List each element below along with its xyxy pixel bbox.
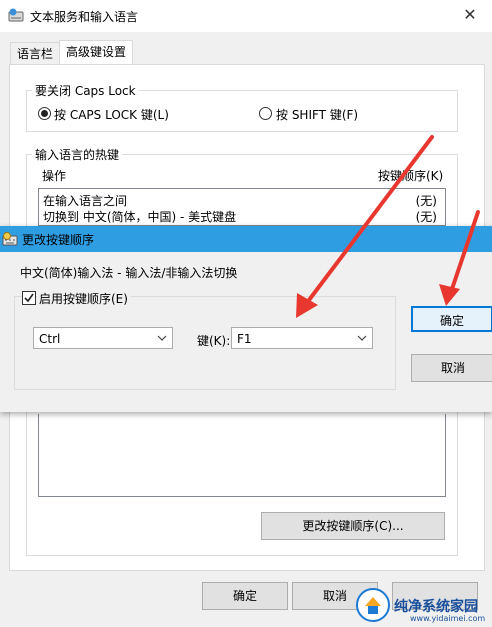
foreground-dialog-title: 更改按键顺序 [22,233,95,247]
enable-key-sequence-label[interactable]: 启用按键顺序(E) [37,290,131,307]
radio-shift[interactable] [259,107,272,120]
column-header-key-order[interactable]: 按键顺序(K) [378,167,443,184]
change-key-sequence-dialog: 更改按键顺序 中文(简体)输入法 - 输入法/非输入法切换 启用按键顺序(E) … [0,226,492,412]
watermark-text: 纯净系统家园 [394,599,478,615]
hotkey-description: 中文(简体)输入法 - 输入法/非输入法切换 [20,266,238,280]
keyboard-icon [2,232,18,246]
cancel-button[interactable]: 取消 [411,354,492,382]
caps-lock-group-legend: 要关闭 Caps Lock [32,82,139,99]
modifier-select-value: Ctrl [39,332,61,346]
chevron-down-icon [157,335,167,341]
radio-caps-lock-label[interactable]: 按 CAPS LOCK 键(L) [54,106,169,123]
input-language-app-icon [8,8,24,22]
hotkey-group-legend: 输入语言的热键 [32,146,123,163]
hotkey-order-cell: (无) [415,210,437,224]
hotkey-list-lower[interactable] [38,414,446,497]
background-ok-button[interactable]: 确定 [202,582,288,610]
key-select-value: F1 [237,332,252,346]
table-row[interactable]: 切换到 中文(简体，中国) - 美式键盘 (无) [43,208,441,224]
radio-shift-label[interactable]: 按 SHIFT 键(F) [276,106,358,123]
ok-button[interactable]: 确定 [411,306,492,332]
key-label: 键(K): [197,334,231,348]
column-header-action[interactable]: 操作 [42,167,66,184]
tab-advanced-key-settings[interactable]: 高级键设置 [59,40,134,66]
watermark-url: www.yidaimei.com [410,614,486,623]
change-key-sequence-button[interactable]: 更改按键顺序(C)... [261,512,445,540]
modifier-select[interactable]: Ctrl [33,327,173,349]
key-select[interactable]: F1 [231,327,373,349]
background-dialog-title: 文本服务和输入语言 [30,10,139,24]
hotkey-action-cell: 切换到 中文(简体，中国) - 美式键盘 [43,210,237,224]
table-row[interactable]: 在输入语言之间 (无) [43,192,441,208]
hotkey-action-cell: 在输入语言之间 [43,194,128,208]
hotkey-list[interactable]: 在输入语言之间 (无) 切换到 中文(简体，中国) - 美式键盘 (无) [38,188,446,226]
close-icon[interactable]: ✕ [460,5,480,25]
chevron-down-icon [357,335,367,341]
watermark-logo [356,588,390,622]
hotkey-order-cell: (无) [415,194,437,208]
checkmark-icon [24,293,34,303]
tab-language-bar[interactable]: 语言栏 [10,42,61,65]
enable-key-sequence-checkbox[interactable] [22,291,36,305]
radio-caps-lock[interactable] [38,107,51,120]
